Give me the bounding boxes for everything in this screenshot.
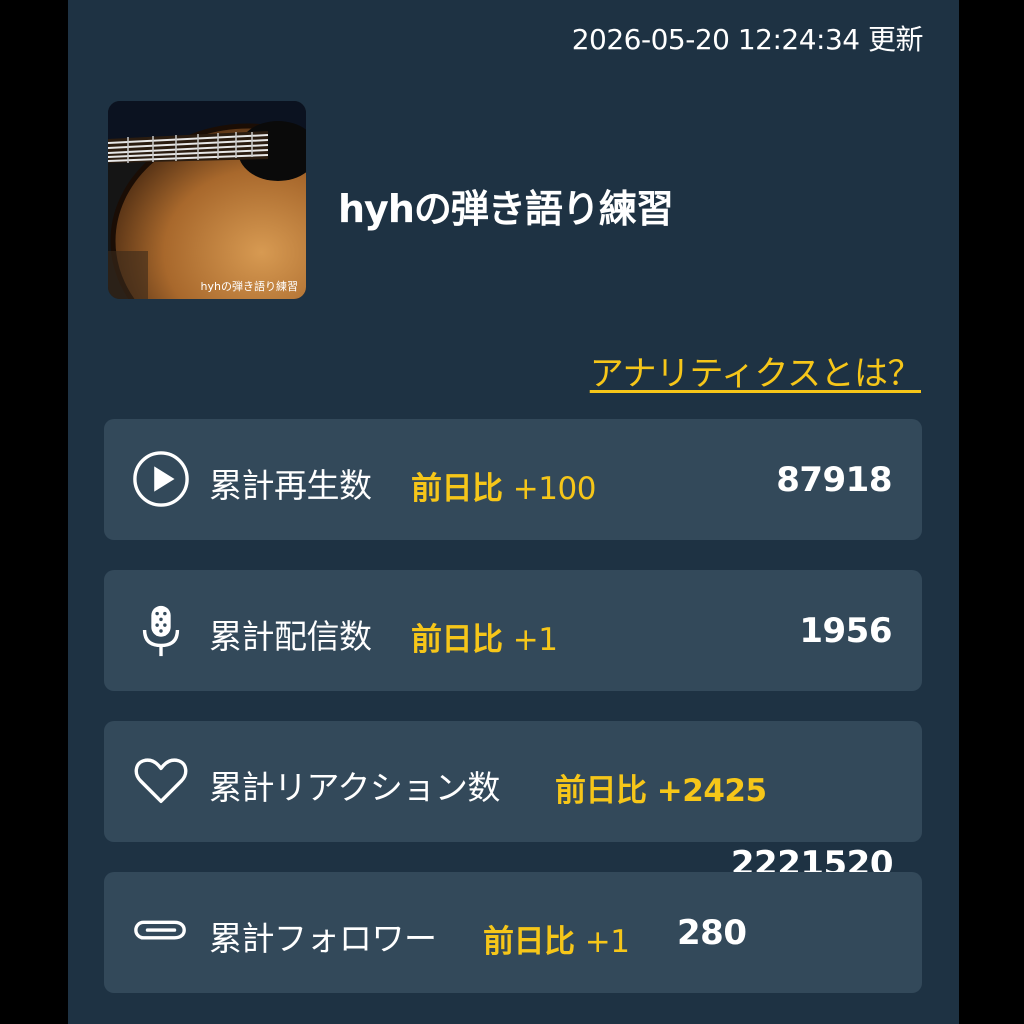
stat-change-value: +1 bbox=[512, 622, 558, 658]
stat-value: 1956 bbox=[799, 611, 892, 651]
stat-change-prefix: 前日比 bbox=[483, 924, 575, 960]
stat-card-plays: 累計再生数 前日比 +100 87918 bbox=[104, 419, 922, 540]
stat-label: 累計フォロワー bbox=[209, 919, 437, 958]
what-is-analytics-link[interactable]: アナリティクスとは？ bbox=[590, 346, 922, 395]
stat-change-value: +1 bbox=[584, 924, 630, 960]
last-updated-timestamp: 2026-05-20 12:24:34 更新 bbox=[571, 23, 924, 56]
stat-value: 87918 bbox=[776, 460, 892, 500]
stat-card-followers: 累計フォロワー 前日比 +1 280 bbox=[104, 872, 922, 993]
stat-change-prefix: 前日比 bbox=[411, 622, 503, 658]
microphone-icon bbox=[132, 600, 190, 660]
stat-change: 前日比 +1 bbox=[483, 916, 630, 961]
paperclip-icon bbox=[132, 902, 190, 962]
play-circle-icon bbox=[132, 449, 190, 509]
channel-title[interactable]: hyhの弾き語り練習 bbox=[338, 178, 674, 233]
stat-label: 累計リアクション数 bbox=[209, 768, 500, 807]
stat-change: 前日比 +100 bbox=[411, 463, 596, 508]
stat-label: 累計配信数 bbox=[209, 617, 372, 656]
thumbnail-caption: hyhの弾き語り練習 bbox=[200, 280, 298, 293]
stat-value: 280 bbox=[677, 913, 747, 953]
stat-change: 前日比 +1 bbox=[411, 614, 558, 659]
heart-icon bbox=[132, 751, 190, 811]
stat-change-prefix: 前日比 bbox=[411, 471, 503, 507]
stat-change-prefix: 前日比 bbox=[555, 773, 647, 809]
guitar-thumbnail-image bbox=[108, 101, 306, 299]
stat-label: 累計再生数 bbox=[209, 466, 372, 505]
stat-change-value: +2425 bbox=[656, 773, 767, 809]
stat-change-value: +100 bbox=[512, 471, 597, 507]
stat-card-broadcasts: 累計配信数 前日比 +1 1956 bbox=[104, 570, 922, 691]
stat-card-reactions: 累計リアクション数 前日比 +2425 bbox=[104, 721, 922, 842]
channel-thumbnail[interactable]: hyhの弾き語り練習 bbox=[108, 101, 306, 299]
analytics-panel: 2026-05-20 12:24:34 更新 hyhの弾き語り練習 hyhの弾き… bbox=[68, 0, 959, 1024]
stat-change: 前日比 +2425 bbox=[555, 765, 767, 810]
